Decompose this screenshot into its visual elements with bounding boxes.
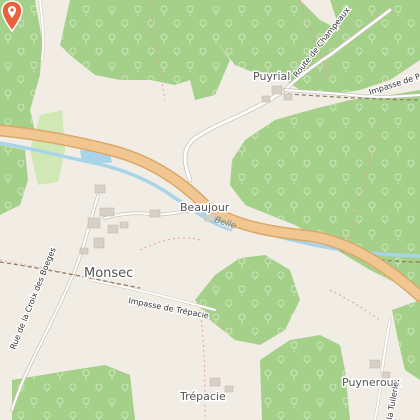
place-label-trepacie: Trépacie bbox=[179, 390, 226, 403]
place-label-beaujour: Beaujour bbox=[180, 201, 230, 214]
location-pin-icon[interactable] bbox=[0, 0, 24, 32]
place-label-puyrial: Puyrial bbox=[253, 70, 290, 83]
map-canvas: Monsec Beaujour Puyrial Trépacie Puynero… bbox=[0, 0, 420, 420]
place-label-monsec: Monsec bbox=[84, 266, 133, 281]
map-view[interactable]: Monsec Beaujour Puyrial Trépacie Puynero… bbox=[0, 0, 420, 420]
